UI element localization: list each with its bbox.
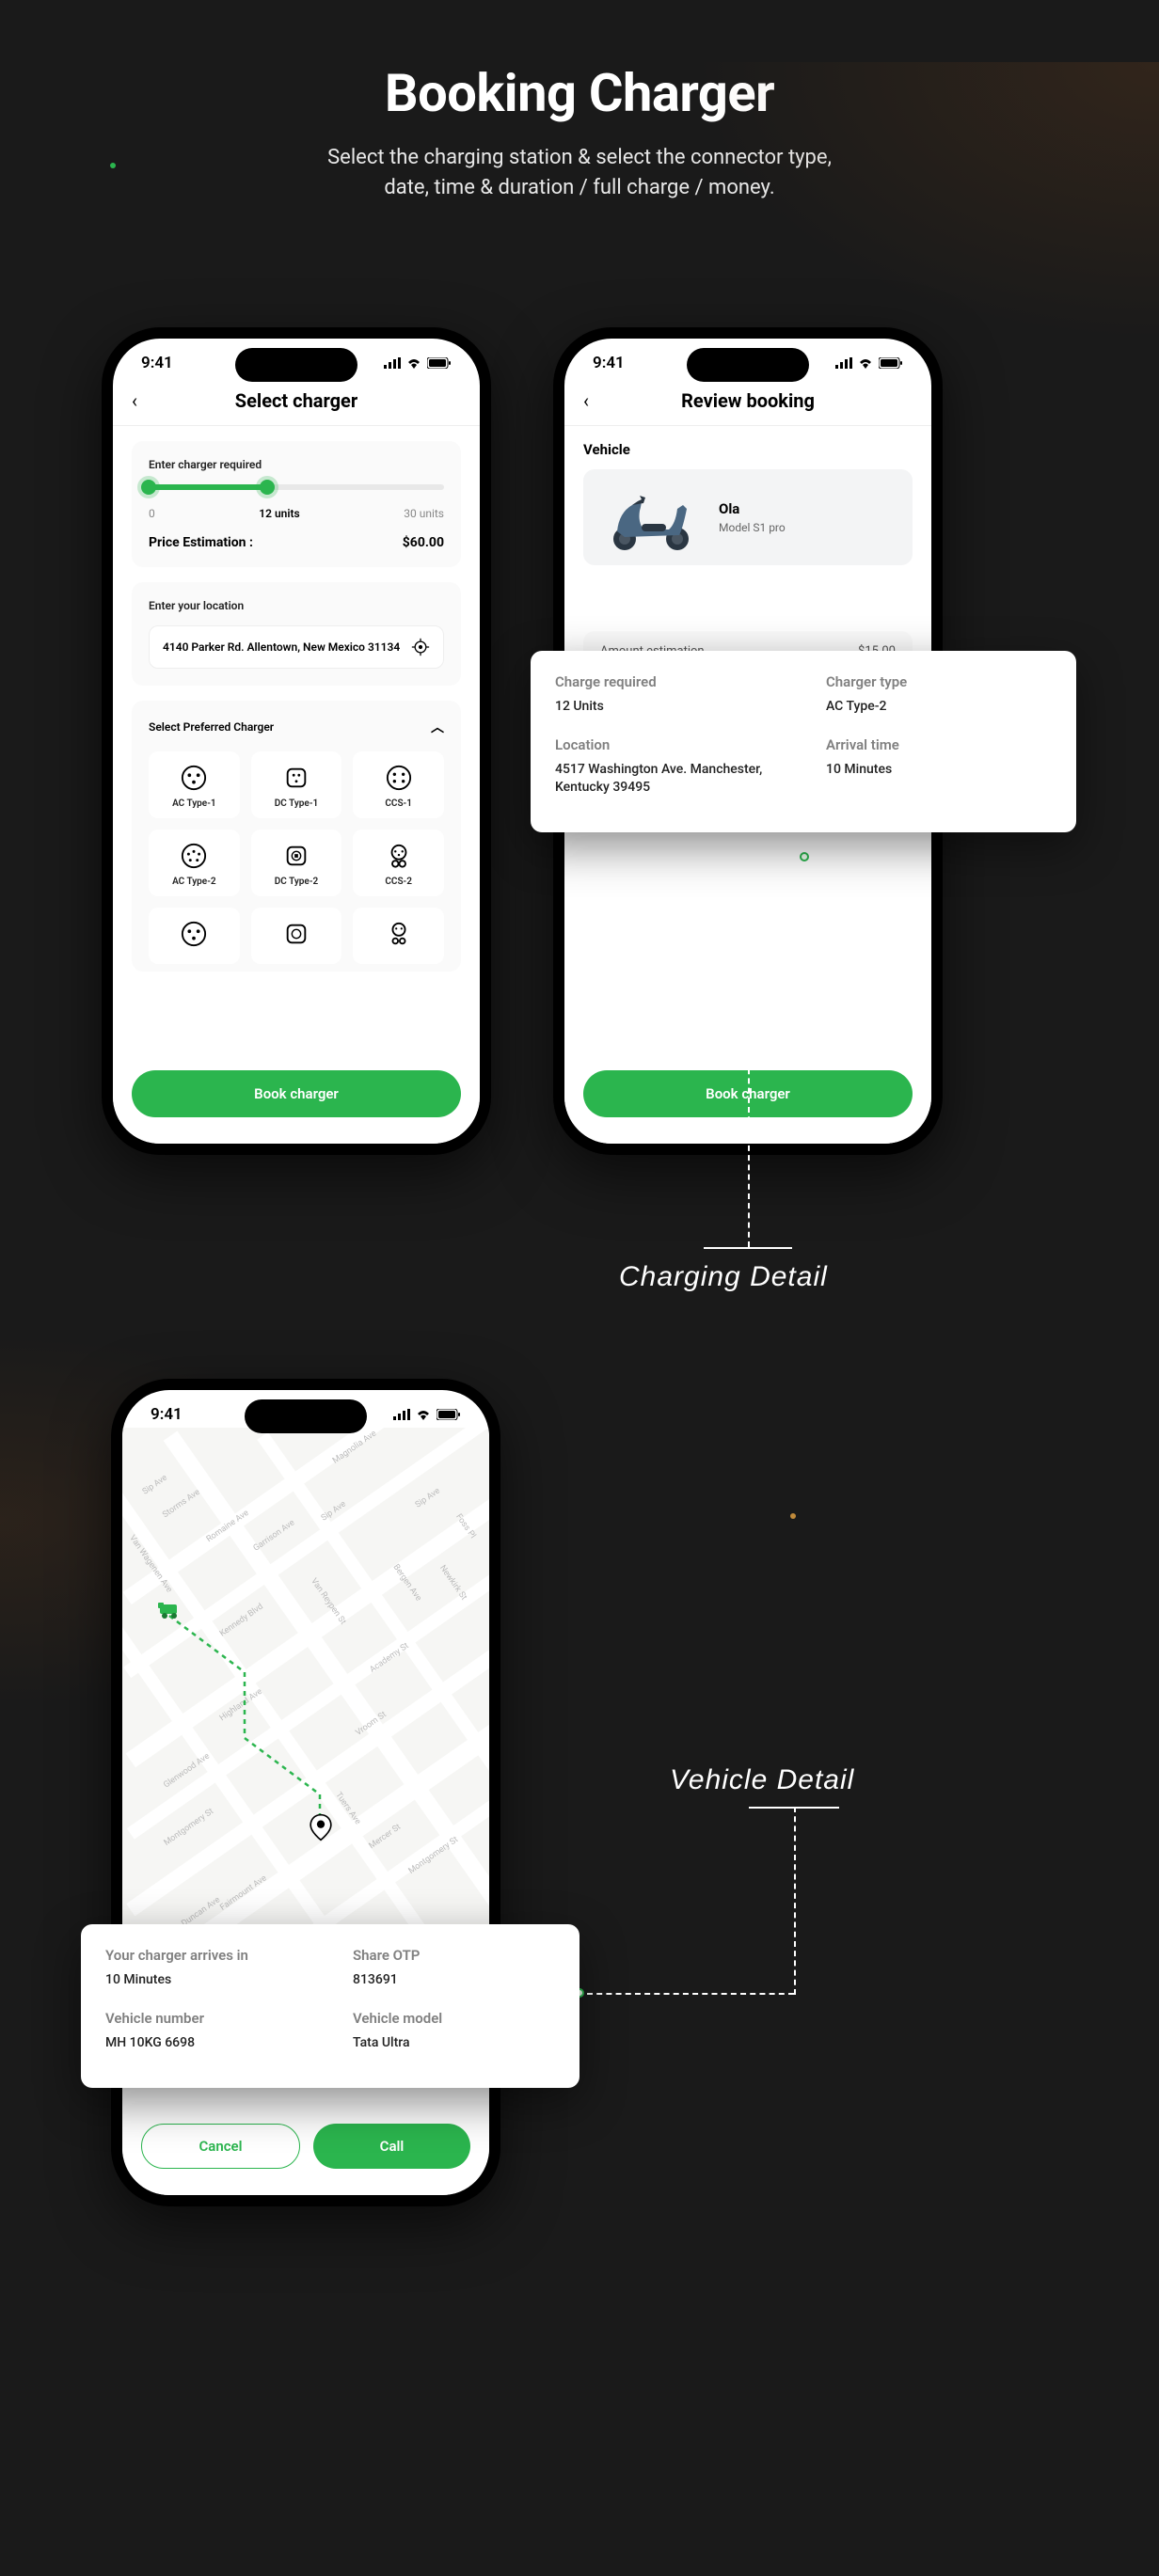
scooter-image <box>598 484 702 550</box>
charger-option[interactable]: CCS-2 <box>353 830 444 896</box>
header-title: Review booking <box>583 389 913 412</box>
price-label: Price Estimation : <box>149 535 253 550</box>
slider-mid: 12 units <box>259 507 299 520</box>
plug-icon <box>386 921 412 947</box>
status-time: 9:41 <box>141 354 173 372</box>
charger-option[interactable]: AC Type-1 <box>149 751 240 818</box>
location-label: Location <box>555 736 781 753</box>
charger-name: AC Type-2 <box>156 877 232 887</box>
arrival-time-label: Arrival time <box>826 736 1052 753</box>
signal-icon <box>835 357 852 369</box>
charger-name: AC Type-1 <box>156 798 232 809</box>
charger-option[interactable]: DC Type-1 <box>251 751 342 818</box>
cancel-button[interactable]: Cancel <box>141 2124 300 2169</box>
charger-name: CCS-1 <box>360 798 437 809</box>
origin-marker-icon <box>156 1595 184 1623</box>
plug-icon <box>386 843 412 869</box>
charge-required-value: 12 Units <box>555 698 781 716</box>
vehicle-model-value: Tata Ultra <box>353 2034 555 2052</box>
charger-name: CCS-2 <box>360 877 437 887</box>
charger-type-value: AC Type-2 <box>826 698 1052 716</box>
charger-name: DC Type-1 <box>259 798 335 809</box>
slider-min: 0 <box>149 507 155 520</box>
annotation-charging-detail: Charging Detail <box>619 1261 828 1293</box>
arrives-label: Your charger arrives in <box>105 1947 308 1964</box>
arrival-time-value: 10 Minutes <box>826 761 1052 797</box>
call-button[interactable]: Call <box>313 2124 470 2169</box>
units-slider[interactable] <box>149 484 444 490</box>
street-label: Storms Ave <box>161 1488 201 1521</box>
location-label: Enter your location <box>149 599 444 612</box>
vehicle-number-value: MH 10KG 6698 <box>105 2034 308 2052</box>
charger-type-label: Charger type <box>826 673 1052 690</box>
status-bar: 9:41 <box>113 339 480 372</box>
street-label: Garrison Ave <box>252 1518 297 1553</box>
plug-icon <box>283 921 310 947</box>
chevron-up-icon[interactable]: ︿ <box>431 718 444 736</box>
otp-label: Share OTP <box>353 1947 555 1964</box>
charger-option[interactable]: DC Type-2 <box>251 830 342 896</box>
plug-icon <box>181 843 207 869</box>
wifi-icon <box>416 1409 431 1420</box>
header-title: Select charger <box>132 389 461 412</box>
charger-name: DC Type-2 <box>259 877 335 887</box>
charger-option[interactable]: AC Type-2 <box>149 830 240 896</box>
location-input[interactable]: 4140 Parker Rd. Allentown, New Mexico 31… <box>149 625 444 669</box>
status-bar: 9:41 <box>122 1390 489 1424</box>
route-path <box>160 1606 367 1841</box>
street-label: Sip Ave <box>414 1486 442 1509</box>
plug-icon <box>181 921 207 947</box>
plug-icon <box>283 765 310 791</box>
status-bar: 9:41 <box>564 339 931 372</box>
signal-icon <box>384 357 401 369</box>
charger-option[interactable] <box>353 908 444 964</box>
location-value: 4517 Washington Ave. Manchester, Kentuck… <box>555 761 781 797</box>
arrives-value: 10 Minutes <box>105 1971 308 1989</box>
battery-icon <box>427 357 452 369</box>
wifi-icon <box>406 357 421 369</box>
vehicle-detail-popover: Your charger arrives in Share OTP 10 Min… <box>81 1924 580 2088</box>
slider-max: 30 units <box>404 507 444 520</box>
charger-option[interactable] <box>251 908 342 964</box>
chargers-label: Select Preferred Charger <box>149 720 274 734</box>
destination-pin-icon <box>307 1813 335 1841</box>
status-time: 9:41 <box>593 354 625 372</box>
annotation-vehicle-detail: Vehicle Detail <box>670 1764 854 1796</box>
street-label: Newkirk St <box>437 1564 468 1603</box>
signal-icon <box>393 1409 410 1420</box>
street-label: Sip Ave <box>141 1473 169 1496</box>
battery-icon <box>879 357 903 369</box>
plug-icon <box>386 765 412 791</box>
charger-option[interactable]: CCS-1 <box>353 751 444 818</box>
vehicle-brand: Ola <box>719 500 786 517</box>
charge-required-label: Charge required <box>555 673 781 690</box>
price-value: $60.00 <box>403 535 444 550</box>
vehicle-card: Ola Model S1 pro <box>583 469 913 565</box>
book-charger-button[interactable]: Book charger <box>132 1070 461 1117</box>
status-time: 9:41 <box>151 1405 183 1424</box>
slider-label: Enter charger required <box>149 458 444 471</box>
location-value: 4140 Parker Rd. Allentown, New Mexico 31… <box>163 640 411 654</box>
vehicle-section-title: Vehicle <box>583 441 913 458</box>
charging-detail-popover: Charge required Charger type 12 Units AC… <box>531 651 1076 832</box>
otp-value: 813691 <box>353 1971 555 1989</box>
vehicle-model: Model S1 pro <box>719 521 786 534</box>
locate-icon[interactable] <box>411 638 430 656</box>
map-view[interactable]: Magnolia Ave Sip Ave Storms Ave Romaine … <box>122 1428 489 2011</box>
plug-icon <box>181 765 207 791</box>
wifi-icon <box>858 357 873 369</box>
charger-option[interactable] <box>149 908 240 964</box>
plug-icon <box>283 843 310 869</box>
vehicle-number-label: Vehicle number <box>105 2010 308 2027</box>
vehicle-model-label: Vehicle model <box>353 2010 555 2027</box>
battery-icon <box>437 1409 461 1420</box>
